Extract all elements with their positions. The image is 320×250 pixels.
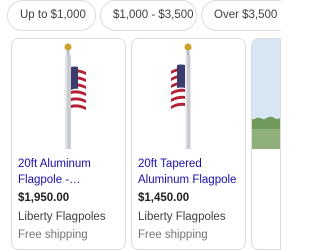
product-card-partial[interactable] — [251, 38, 281, 250]
price-filter-bar: Up to $1,000 $1,000 - $3,500 Over $3,500 — [0, 0, 281, 34]
product-title-link[interactable]: 20ft Tapered Aluminum Flagpole — [138, 156, 243, 188]
product-image[interactable] — [252, 39, 281, 149]
product-price: $1,450.00 — [138, 192, 190, 204]
filter-chip-1000-to-3500[interactable]: $1,000 - $3,500 — [100, 0, 197, 31]
product-image[interactable] — [132, 39, 245, 149]
finial-icon — [184, 43, 192, 51]
product-image[interactable] — [12, 39, 125, 149]
filter-chip-label: $1,000 - $3,500 — [113, 9, 194, 21]
product-card[interactable]: 20ft Aluminum Flagpole - International $… — [11, 38, 126, 250]
filter-chip-up-to-1000[interactable]: Up to $1,000 — [7, 0, 96, 31]
product-shipping: Free shipping — [138, 229, 208, 241]
filter-chip-label: Up to $1,000 — [20, 9, 86, 21]
product-seller: Liberty Flagpoles — [138, 211, 226, 223]
product-card[interactable]: 20ft Tapered Aluminum Flagpole $1,450.00… — [131, 38, 246, 250]
finial-icon — [64, 43, 72, 51]
product-seller: Liberty Flagpoles — [18, 211, 106, 223]
us-flag-icon — [171, 64, 185, 113]
filter-chip-label: Over $3,500 — [214, 9, 278, 21]
product-title-link[interactable]: 20ft Aluminum Flagpole - International — [18, 156, 123, 188]
product-price: $1,950.00 — [18, 192, 70, 204]
filter-chip-over-3500[interactable]: Over $3,500 — [201, 0, 281, 31]
us-flag-icon — [71, 66, 86, 115]
product-shipping: Free shipping — [18, 229, 88, 241]
